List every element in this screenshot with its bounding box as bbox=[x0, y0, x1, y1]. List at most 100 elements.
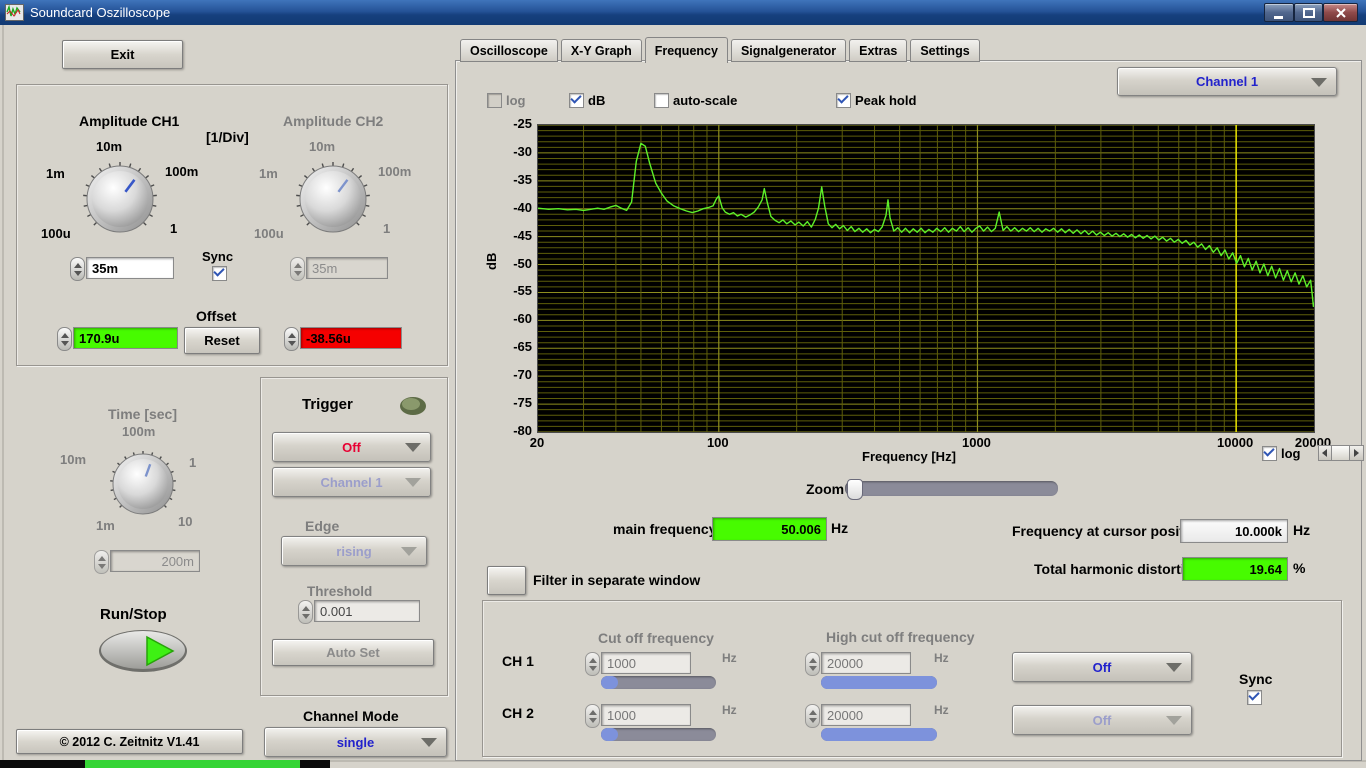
amplitude-sync-checkbox[interactable] bbox=[212, 265, 227, 281]
spectrum-plot[interactable] bbox=[537, 124, 1315, 433]
zoom-slider-track[interactable] bbox=[845, 481, 1058, 496]
filter-sync-checkbox[interactable] bbox=[1247, 689, 1262, 705]
ch1-high-cutoff-stepper[interactable] bbox=[805, 652, 820, 676]
time-field: 200m bbox=[110, 550, 200, 572]
x-axis-title: Frequency [Hz] bbox=[862, 449, 956, 464]
window-title: Soundcard Oszilloscope bbox=[30, 5, 171, 20]
app-window: Soundcard Oszilloscope Exit Amplitude CH… bbox=[0, 0, 1366, 768]
ch1-offset-stepper[interactable] bbox=[57, 327, 72, 351]
amplitude-ch1-knob[interactable] bbox=[79, 158, 161, 240]
taskbar-strip bbox=[0, 760, 330, 768]
maximize-button[interactable] bbox=[1294, 3, 1323, 22]
minimize-icon bbox=[1274, 15, 1283, 19]
y-tick-label: -25 bbox=[513, 116, 532, 131]
ch1-cutoff-field[interactable]: 1000 bbox=[601, 652, 691, 674]
ch1-high-cutoff-field[interactable]: 20000 bbox=[821, 652, 911, 674]
peak-hold-option-label: Peak hold bbox=[855, 93, 917, 108]
ch2-offset-stepper[interactable] bbox=[284, 327, 299, 351]
knob-label: 100u bbox=[41, 226, 71, 241]
ch2-high-cutoff-stepper[interactable] bbox=[805, 704, 820, 728]
knob-label: 1m bbox=[46, 166, 65, 181]
ch1-filter-mode-dropdown[interactable]: Off bbox=[1012, 652, 1192, 682]
app-icon bbox=[5, 4, 24, 21]
threshold-stepper[interactable] bbox=[298, 600, 313, 624]
tab-settings[interactable]: Settings bbox=[910, 39, 980, 62]
threshold-field[interactable]: 0.001 bbox=[314, 600, 420, 622]
ch2-filter-mode-value: Off bbox=[1092, 712, 1112, 728]
thd-field: 19.64 bbox=[1182, 557, 1288, 581]
chevron-down-icon bbox=[405, 478, 421, 487]
ch1-high-cutoff-slider[interactable] bbox=[821, 676, 937, 689]
ch2-high-cutoff-field[interactable]: 20000 bbox=[821, 704, 911, 726]
knob-label: 1m bbox=[259, 166, 278, 181]
ch2-filter-mode-dropdown[interactable]: Off bbox=[1012, 705, 1192, 735]
trigger-title: Trigger bbox=[302, 396, 353, 413]
trigger-source-dropdown[interactable]: Channel 1 bbox=[272, 467, 431, 497]
x-axis-log-checkbox[interactable] bbox=[1262, 445, 1277, 461]
chevron-down-icon bbox=[421, 738, 437, 747]
close-icon bbox=[1335, 7, 1346, 18]
ch2-cutoff-slider[interactable] bbox=[601, 728, 716, 741]
x-tick-label: 20 bbox=[529, 435, 545, 450]
trigger-source-value: Channel 1 bbox=[320, 474, 383, 490]
ch2-scale-stepper[interactable] bbox=[290, 257, 305, 281]
tab-oscilloscope[interactable]: Oscilloscope bbox=[460, 39, 558, 62]
offset-reset-button[interactable]: Reset bbox=[184, 327, 260, 354]
ch1-cutoff-stepper[interactable] bbox=[585, 652, 600, 676]
copyright-button[interactable]: © 2012 C. Zeitnitz V1.41 bbox=[16, 729, 243, 754]
maximize-icon bbox=[1302, 7, 1315, 18]
db-checkbox[interactable] bbox=[569, 92, 584, 108]
y-tick-label: -55 bbox=[513, 283, 532, 299]
auto-scale-checkbox[interactable] bbox=[654, 93, 669, 108]
exit-button[interactable]: Exit bbox=[62, 40, 183, 69]
knob-label: 1m bbox=[96, 518, 115, 533]
knob-label: 100m bbox=[122, 424, 156, 439]
channel-mode-dropdown[interactable]: single bbox=[264, 727, 447, 757]
chevron-down-icon bbox=[1311, 77, 1327, 87]
ch2-offset-field[interactable]: -38.56u bbox=[300, 327, 402, 349]
filter-window-button[interactable] bbox=[487, 566, 526, 595]
y-tick-label: -35 bbox=[513, 171, 532, 187]
ch2-high-cutoff-slider[interactable] bbox=[821, 728, 937, 741]
run-stop-button[interactable] bbox=[97, 628, 189, 674]
knob-label: 100u bbox=[254, 226, 284, 241]
channel-select-dropdown[interactable]: Channel 1 bbox=[1117, 67, 1337, 96]
time-stepper[interactable] bbox=[94, 550, 109, 574]
tab-xy-graph[interactable]: X-Y Graph bbox=[560, 39, 642, 62]
check-icon bbox=[570, 92, 582, 104]
close-button[interactable] bbox=[1323, 3, 1358, 22]
trigger-edge-dropdown[interactable]: rising bbox=[281, 536, 427, 566]
plot-scrollbar-thumb[interactable] bbox=[1331, 445, 1351, 461]
ch1-scale-stepper[interactable] bbox=[70, 257, 85, 281]
time-knob[interactable] bbox=[107, 448, 179, 520]
plot-scroll-right-button[interactable] bbox=[1349, 445, 1364, 461]
knob-label: 100m bbox=[378, 164, 412, 179]
tab-frequency[interactable]: Frequency bbox=[644, 37, 728, 63]
x-tick-label: 10000 bbox=[1217, 435, 1254, 450]
y-tick-label: -50 bbox=[513, 255, 532, 271]
tab-extras[interactable]: Extras bbox=[849, 39, 908, 62]
ch1-cutoff-slider[interactable] bbox=[601, 676, 716, 689]
sync-label: Sync bbox=[202, 249, 234, 264]
auto-set-label: Auto Set bbox=[326, 645, 380, 660]
ch2-cutoff-stepper[interactable] bbox=[585, 704, 600, 728]
run-stop-label: Run/Stop bbox=[100, 606, 167, 623]
knob-label: 1 bbox=[383, 221, 391, 236]
ch2-cutoff-field[interactable]: 1000 bbox=[601, 704, 691, 726]
amplitude-ch2-knob[interactable] bbox=[292, 158, 374, 240]
ch2-high-cutoff-unit: Hz bbox=[934, 703, 949, 717]
check-icon bbox=[1248, 689, 1260, 701]
auto-set-button[interactable]: Auto Set bbox=[272, 639, 434, 666]
peak-hold-checkbox[interactable] bbox=[836, 92, 851, 108]
slider-fill bbox=[601, 728, 618, 741]
zoom-slider-thumb[interactable] bbox=[847, 479, 863, 500]
ch1-offset-field[interactable]: 170.9u bbox=[73, 327, 178, 349]
tab-signalgenerator[interactable]: Signalgenerator bbox=[730, 39, 847, 62]
minimize-button[interactable] bbox=[1264, 3, 1294, 22]
ch1-scale-field[interactable]: 35m bbox=[86, 257, 174, 279]
trigger-mode-dropdown[interactable]: Off bbox=[272, 432, 431, 462]
log-scale-checkbox[interactable] bbox=[487, 93, 502, 108]
per-div-label: [1/Div] bbox=[206, 129, 249, 145]
knob-label: 1 bbox=[170, 221, 178, 236]
threshold-label: Threshold bbox=[307, 584, 373, 599]
